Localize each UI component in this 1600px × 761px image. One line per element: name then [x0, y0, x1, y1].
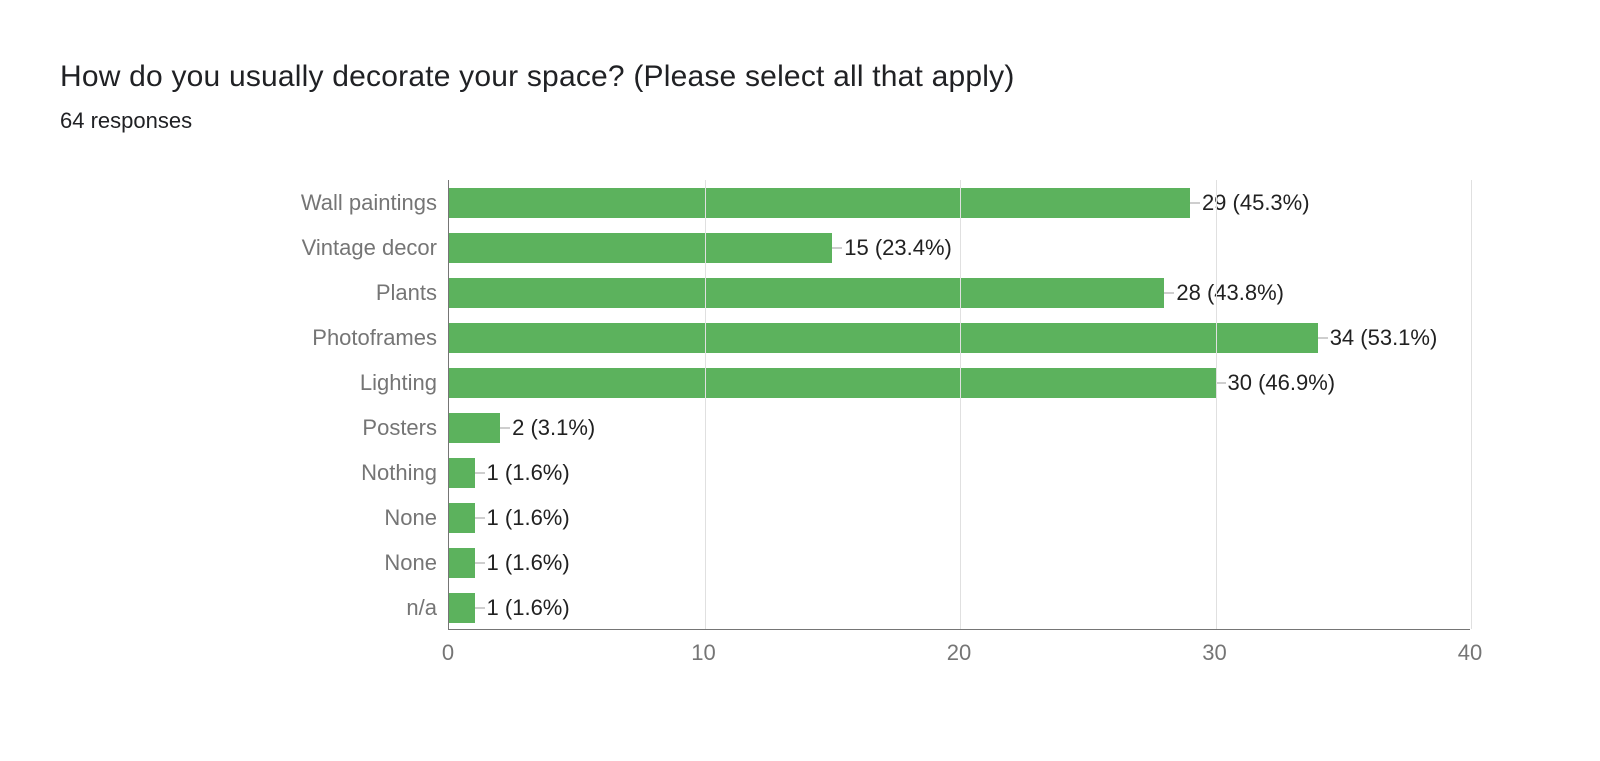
x-tick-label: 20: [947, 640, 971, 666]
category-label: None: [384, 550, 449, 576]
value-connector: [475, 517, 485, 518]
x-tick-label: 30: [1202, 640, 1226, 666]
grid-line: [1216, 180, 1217, 629]
bar: [449, 458, 475, 488]
value-label: 1 (1.6%): [487, 595, 570, 621]
bar: [449, 188, 1190, 218]
value-label: 15 (23.4%): [844, 235, 952, 261]
value-label: 29 (45.3%): [1202, 190, 1310, 216]
bar: [449, 413, 500, 443]
value-label: 2 (3.1%): [512, 415, 595, 441]
value-label: 1 (1.6%): [487, 550, 570, 576]
value-connector: [475, 472, 485, 473]
x-axis-ticks: 010203040: [448, 630, 1470, 680]
value-label: 1 (1.6%): [487, 505, 570, 531]
grid-line: [960, 180, 961, 629]
value-connector: [1318, 337, 1328, 338]
value-connector: [1164, 292, 1174, 293]
grid-line: [705, 180, 706, 629]
bar: [449, 503, 475, 533]
value-connector: [1190, 202, 1200, 203]
category-label: None: [384, 505, 449, 531]
value-connector: [1216, 382, 1226, 383]
bar: [449, 593, 475, 623]
category-label: Plants: [376, 280, 449, 306]
value-label: 30 (46.9%): [1228, 370, 1336, 396]
value-label: 34 (53.1%): [1330, 325, 1438, 351]
category-label: Wall paintings: [301, 190, 449, 216]
category-label: Lighting: [360, 370, 449, 396]
bar: [449, 368, 1216, 398]
bar-chart: Wall paintings29 (45.3%)Vintage decor15 …: [390, 180, 1470, 680]
x-tick-label: 0: [442, 640, 454, 666]
x-tick-label: 10: [691, 640, 715, 666]
value-connector: [500, 427, 510, 428]
value-connector: [832, 247, 842, 248]
category-label: n/a: [406, 595, 449, 621]
category-label: Vintage decor: [302, 235, 449, 261]
bar: [449, 323, 1318, 353]
response-count: 64 responses: [60, 108, 1530, 134]
value-label: 28 (43.8%): [1176, 280, 1284, 306]
value-connector: [475, 562, 485, 563]
bar: [449, 548, 475, 578]
bar: [449, 278, 1164, 308]
value-connector: [475, 607, 485, 608]
bar: [449, 233, 832, 263]
x-tick-label: 40: [1458, 640, 1482, 666]
value-label: 1 (1.6%): [487, 460, 570, 486]
grid-line: [1471, 180, 1472, 629]
chart-title: How do you usually decorate your space? …: [60, 60, 1530, 94]
category-label: Posters: [362, 415, 449, 441]
category-label: Photoframes: [312, 325, 449, 351]
category-label: Nothing: [361, 460, 449, 486]
plot-area: Wall paintings29 (45.3%)Vintage decor15 …: [448, 180, 1470, 630]
